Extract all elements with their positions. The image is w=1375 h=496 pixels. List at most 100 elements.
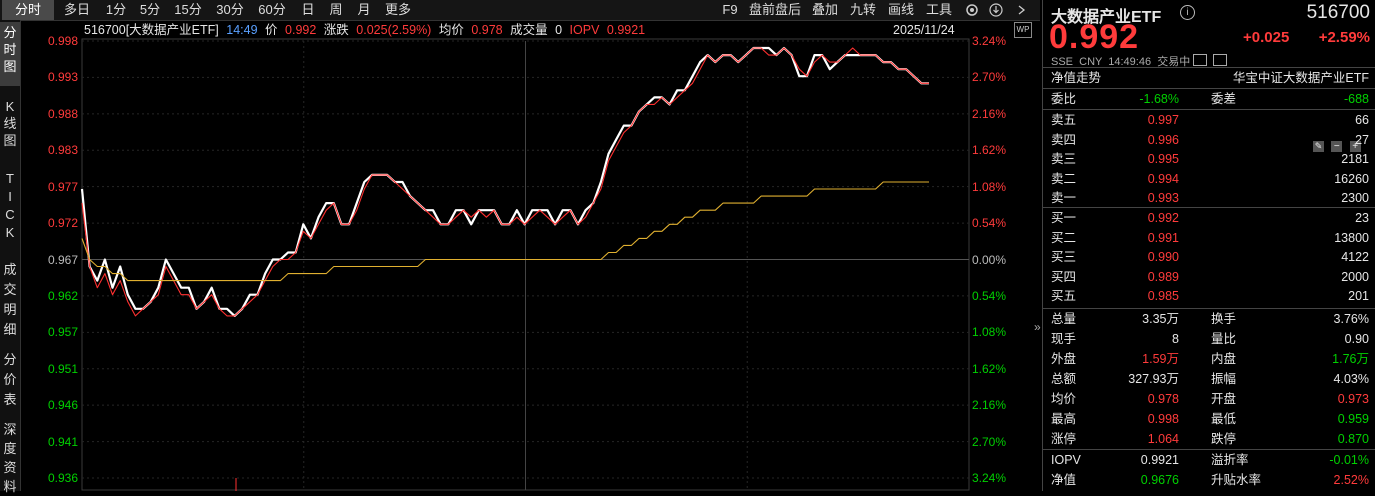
bid-level-row[interactable]: 买二 0.991 13800 [1051, 228, 1369, 248]
bid-level-row[interactable]: 买五 0.985 201 [1051, 286, 1369, 306]
y-tick-pct-label: 1.62% [972, 361, 1007, 376]
iopv-value: 0.9921 [606, 23, 646, 37]
bid-label: 买一 [1051, 211, 1077, 225]
weibi-label: 委比 [1051, 92, 1077, 106]
y-tick-pct-label: 2.16% [972, 398, 1007, 413]
chart-info-line: 516700[大数据产业ETF] 14:49 价 0.992 涨跌 0.025(… [84, 21, 649, 39]
iopv-row: 净值 0.9676 升贴水率 2.52% [1051, 470, 1369, 490]
stat-label: 总额 [1051, 372, 1077, 386]
y-tick-pct-label: 2.70% [972, 70, 1007, 85]
ask-level-row[interactable]: 卖二 0.994 16260 [1051, 169, 1369, 189]
stat-value: -0.01% [1329, 453, 1369, 467]
tracking-index-name: 华宝中证大数据产业ETF [1232, 71, 1369, 85]
stat-value: 0.973 [1337, 392, 1369, 406]
price-change-pct: +2.59% [1318, 29, 1370, 46]
weicha-label: 委差 [1211, 92, 1237, 106]
stat-row: 外盘 1.59万 内盘 1.76万 [1051, 349, 1369, 369]
info-icon[interactable]: i [1180, 5, 1195, 20]
price-value: 0.992 [285, 23, 317, 37]
y-tick-pct-label: 2.16% [972, 106, 1007, 121]
stat-row: 均价 0.978 开盘 0.973 [1051, 389, 1369, 409]
stat-label: 溢折率 [1211, 453, 1249, 467]
iopv-label: IOPV [569, 23, 600, 37]
chart-mini-icon[interactable] [1213, 54, 1227, 66]
stat-row: 涨停 1.064 跌停 0.870 [1051, 429, 1369, 449]
stat-value: 327.93万 [1128, 372, 1179, 386]
volume-label: 成交量 [510, 23, 548, 37]
ask-label: 卖三 [1051, 152, 1077, 166]
price-label: 价 [265, 23, 278, 37]
y-tick-pct-label: 0.54% [972, 288, 1007, 303]
ask-label: 卖二 [1051, 171, 1077, 186]
ask-volume: 2181 [1341, 152, 1369, 166]
ask-level-row[interactable]: 卖四 0.996 27 [1051, 130, 1369, 150]
nav-trend-row[interactable]: 净值走势 华宝中证大数据产业ETF [1051, 68, 1369, 88]
stat-value: 0.90 [1344, 332, 1369, 346]
stat-row: 最高 0.998 最低 0.959 [1051, 409, 1369, 429]
weibi-value: -1.68% [1139, 92, 1179, 106]
stat-value: 3.76% [1333, 312, 1369, 326]
ask-level-row[interactable]: 卖五 0.997 66 [1051, 110, 1369, 130]
avg-label: 均价 [438, 23, 464, 37]
intraday-chart[interactable] [0, 0, 1040, 491]
ask-price: 0.995 [1147, 152, 1179, 166]
volume-value: 0 [555, 23, 563, 37]
stat-value: 1.59万 [1142, 352, 1179, 366]
ask-level-row[interactable]: 卖三 0.995 2181 [1051, 149, 1369, 169]
stat-value: 0.9921 [1140, 453, 1179, 467]
stat-value: 8 [1172, 332, 1179, 346]
stat-label: 净值 [1051, 473, 1077, 487]
y-tick-label: 0.951 [48, 361, 79, 376]
ask-label: 卖一 [1051, 191, 1077, 205]
bid-volume: 4122 [1341, 250, 1369, 264]
order-ratio-row: 委比 -1.68% 委差 -688 [1051, 89, 1369, 109]
y-tick-pct-label: 3.24% [972, 471, 1007, 485]
series-line-1 [81, 47, 929, 317]
stat-label: 最低 [1211, 412, 1237, 426]
stat-label: 外盘 [1051, 352, 1077, 366]
stat-value: 2.52% [1333, 473, 1369, 487]
change-label: 涨跌 [323, 23, 349, 37]
stat-label: 换手 [1211, 312, 1237, 326]
bid-volume: 201 [1348, 289, 1369, 303]
stat-label: 最高 [1051, 412, 1077, 426]
ask-price: 0.993 [1147, 191, 1179, 205]
bid-level-row[interactable]: 买三 0.990 4122 [1051, 247, 1369, 267]
bid-level-row[interactable]: 买四 0.989 2000 [1051, 267, 1369, 287]
stat-label: 内盘 [1211, 352, 1237, 366]
bid-level-row[interactable]: 买一 0.992 23 [1051, 208, 1369, 228]
stat-value: 0.9676 [1140, 473, 1179, 487]
expand-panel-icon[interactable]: » [1034, 320, 1041, 334]
y-tick-label: 0.998 [48, 34, 79, 48]
stat-value: 1.064 [1147, 432, 1179, 446]
stat-label: 振幅 [1211, 372, 1237, 386]
bid-volume: 23 [1355, 211, 1369, 225]
stat-label: 均价 [1051, 392, 1077, 406]
ask-volume: 27 [1355, 132, 1369, 147]
quote-panel: 大数据产业ETF i 516700 0.992 +0.025 +2.59% SS… [1042, 0, 1375, 491]
change-value: 0.025(2.59%) [356, 23, 432, 37]
stat-label: 升贴水率 [1211, 473, 1262, 487]
iopv-row: IOPV 0.9921 溢折率 -0.01% [1051, 450, 1369, 470]
price-change: +0.025 [1243, 29, 1290, 46]
y-tick-label: 0.988 [48, 106, 79, 121]
stat-label: 总量 [1051, 312, 1077, 326]
y-tick-label: 0.993 [48, 70, 79, 85]
ask-level-row[interactable]: 卖一 0.993 2300 [1051, 188, 1369, 208]
nav-trend-label: 净值走势 [1051, 71, 1102, 85]
security-code: 516700 [1306, 2, 1370, 23]
stat-row: 现手 8 量比 0.90 [1051, 329, 1369, 349]
bid-label: 买五 [1051, 289, 1077, 303]
bid-volume: 13800 [1334, 230, 1369, 245]
bid-price: 0.985 [1147, 289, 1179, 303]
ask-volume: 66 [1355, 113, 1369, 127]
stat-row: 总量 3.35万 换手 3.76% [1051, 309, 1369, 329]
chart-mini-icon[interactable] [1193, 54, 1207, 66]
stat-label: 涨停 [1051, 432, 1077, 446]
stat-label: 跌停 [1211, 432, 1237, 446]
stat-value: 0.870 [1337, 432, 1369, 446]
y-tick-pct-label: 2.70% [972, 434, 1007, 449]
y-tick-pct-label: 1.62% [972, 143, 1007, 158]
wp-badge[interactable]: WP [1014, 22, 1032, 38]
stat-row: 总额 327.93万 振幅 4.03% [1051, 369, 1369, 389]
